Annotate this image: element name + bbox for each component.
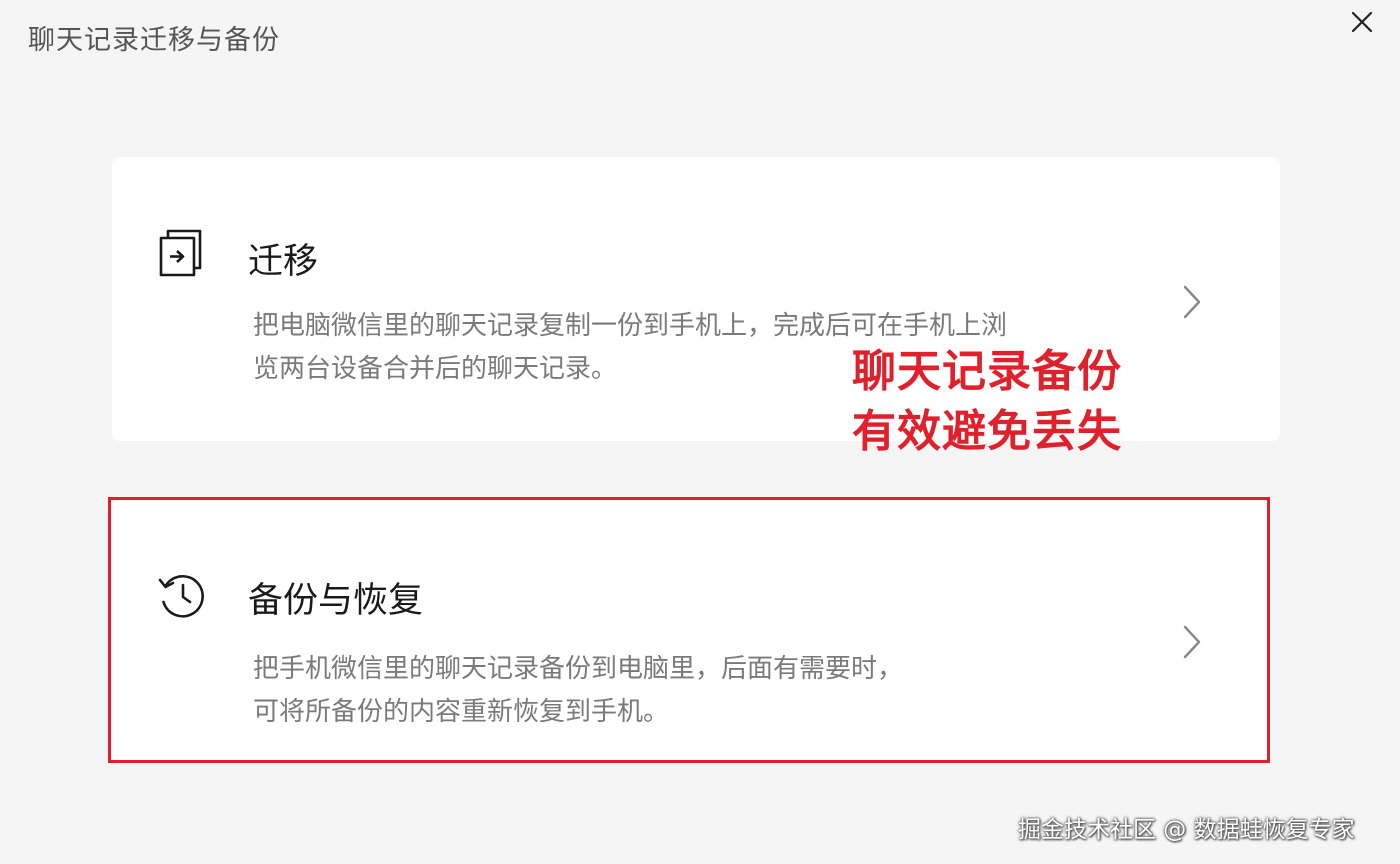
migrate-icon bbox=[159, 229, 202, 277]
annotation-line1: 聊天记录备份 bbox=[852, 346, 1122, 397]
annotation-text: 聊天记录备份 有效避免丢失 bbox=[852, 342, 1122, 462]
watermark: 掘金技术社区 @ 数据蛙恢复专家 bbox=[1018, 817, 1355, 843]
chat-migration-dialog: 聊天记录迁移与备份 迁移 把电脑微信里的聊天记录复制一份到手机上，完成后可在手机… bbox=[0, 0, 1400, 864]
history-icon bbox=[158, 575, 204, 618]
backup-desc-line2: 可将所备份的内容重新恢复到手机。 bbox=[253, 697, 670, 727]
backup-restore-title: 备份与恢复 bbox=[248, 581, 424, 621]
close-button[interactable] bbox=[1340, 2, 1382, 44]
backup-desc-line1: 把手机微信里的聊天记录备份到电脑里，后面有需要时， bbox=[253, 654, 904, 684]
migrate-title: 迁移 bbox=[248, 242, 319, 282]
dialog-title: 聊天记录迁移与备份 bbox=[28, 25, 280, 56]
chevron-right-icon bbox=[1183, 625, 1201, 659]
close-icon bbox=[1351, 11, 1373, 33]
migrate-desc-line2: 览两台设备合并后的聊天记录。 bbox=[253, 354, 618, 384]
chevron-right-icon bbox=[1183, 285, 1201, 319]
annotation-line2: 有效避免丢失 bbox=[852, 406, 1122, 457]
